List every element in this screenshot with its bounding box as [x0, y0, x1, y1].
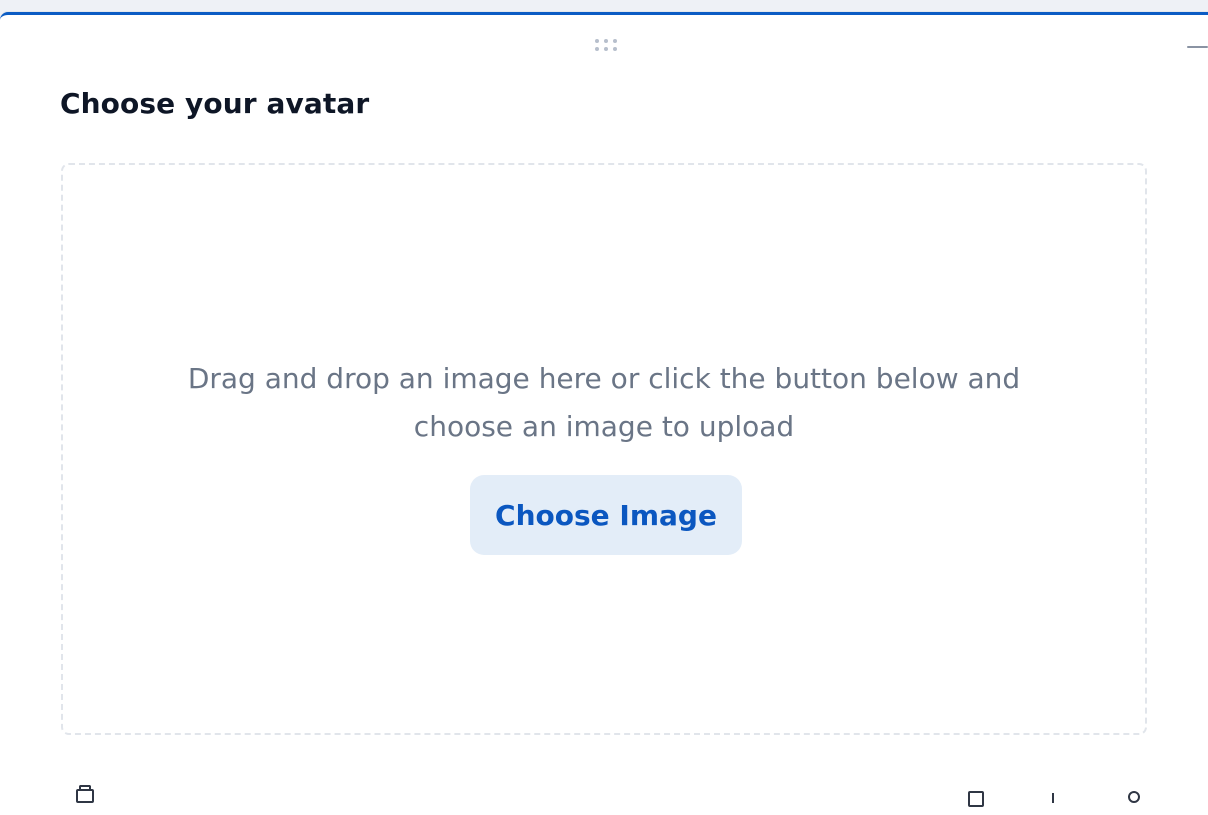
rotate-icon[interactable] — [1040, 779, 1068, 803]
reset-icon[interactable] — [1120, 779, 1148, 803]
dropzone-instructions: Drag and drop an image here or click the… — [187, 362, 1021, 443]
delete-icon[interactable] — [72, 779, 100, 803]
minimize-icon — [1187, 46, 1208, 48]
image-dropzone[interactable]: Drag and drop an image here or click the… — [61, 163, 1147, 735]
dialog-title: Choose your avatar — [60, 87, 370, 120]
avatar-dialog: Choose your avatar Drag and drop an imag… — [0, 12, 1208, 815]
crop-icon[interactable] — [964, 779, 992, 807]
choose-image-button[interactable]: Choose Image — [470, 475, 742, 555]
drag-handle-icon[interactable] — [591, 36, 621, 54]
minimize-button[interactable] — [1178, 35, 1208, 59]
